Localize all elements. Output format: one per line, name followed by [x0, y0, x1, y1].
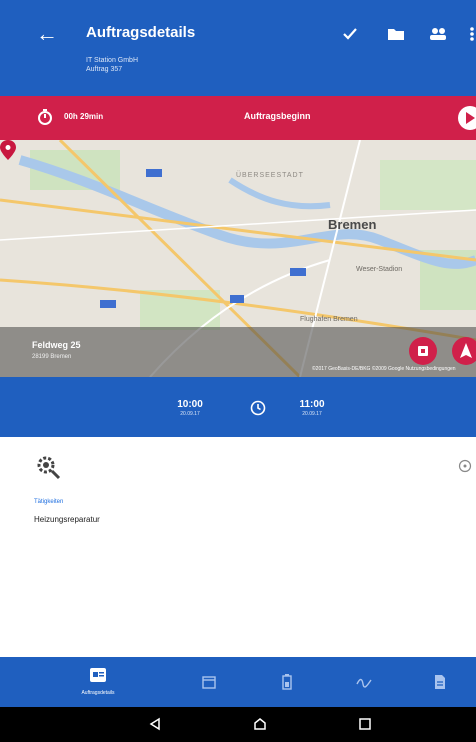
- start-order-button[interactable]: [458, 106, 476, 130]
- clock-icon: [250, 400, 266, 416]
- system-back-icon[interactable]: [148, 717, 162, 731]
- system-navigation-bar: [0, 707, 476, 742]
- timer-bar: 00h 29min Auftragsbeginn: [0, 96, 476, 140]
- activities-label: Tätigkeiten: [34, 499, 64, 505]
- system-home-icon[interactable]: [253, 717, 267, 731]
- nav-signature[interactable]: [344, 657, 384, 707]
- nav-order-details[interactable]: Auftragsdetails: [58, 657, 138, 707]
- battery-icon: [282, 674, 292, 690]
- map-view[interactable]: ÜBERSEESTADT Bremen Weser-Stadion Flugha…: [0, 140, 476, 377]
- expand-circle-icon[interactable]: [458, 459, 472, 473]
- card-icon: [90, 668, 106, 682]
- navigation-arrow-icon: [460, 343, 472, 358]
- navigate-button[interactable]: [452, 337, 476, 365]
- timer-bar-title: Auftragsbeginn: [244, 111, 311, 121]
- map-route-icon: [418, 346, 428, 356]
- folder-icon[interactable]: [386, 24, 406, 44]
- elapsed-time: 00h 29min: [64, 112, 104, 121]
- activities-value: Heizungsreparatur: [34, 515, 100, 524]
- map-copyright: ©2017 GeoBasis-DE/BKG ©2009 Google Nutzu…: [312, 366, 456, 372]
- screen: ← Auftragsdetails IT Station GmbH Auftra…: [0, 0, 476, 742]
- system-recents-icon[interactable]: [358, 717, 372, 731]
- document-icon: [435, 675, 445, 689]
- nav-order-details-label: Auftragsdetails: [81, 690, 115, 696]
- subtitle-company: IT Station GmbH: [86, 57, 139, 64]
- schedule-bar: 10:00 20.09.17 11:00 20.09.17: [0, 377, 476, 437]
- map-airport-label: Flughafen Bremen: [300, 316, 358, 323]
- map-district-label: ÜBERSEESTADT: [236, 172, 304, 179]
- nav-calendar[interactable]: [190, 657, 230, 707]
- subtitle-order: Auftrag 357: [86, 66, 123, 73]
- end-time[interactable]: 11:00: [292, 399, 332, 410]
- start-time[interactable]: 10:00: [170, 399, 210, 410]
- nav-battery[interactable]: [268, 657, 308, 707]
- start-date: 20.09.17: [180, 411, 200, 417]
- end-date: 20.09.17: [302, 411, 322, 417]
- app-bar: ← Auftragsdetails IT Station GmbH Auftra…: [0, 0, 476, 96]
- nav-document[interactable]: [422, 657, 462, 707]
- map-pin-icon[interactable]: [0, 140, 16, 160]
- address-line-1: Feldweg 25: [32, 340, 81, 350]
- directions-button[interactable]: [409, 337, 437, 365]
- map-stadium-label: Weser-Stadion: [356, 266, 403, 273]
- bottom-navigation: Auftragsdetails: [0, 657, 476, 707]
- back-arrow-icon[interactable]: ←: [36, 22, 60, 46]
- stopwatch-icon: [38, 109, 52, 125]
- calendar-icon: [202, 676, 216, 689]
- page-title: Auftragsdetails: [86, 24, 196, 41]
- more-icon[interactable]: [462, 24, 476, 44]
- address-line-2: 28199 Bremen: [32, 354, 72, 360]
- people-icon[interactable]: [428, 24, 448, 44]
- signature-icon: [356, 678, 372, 688]
- map-city-label: Bremen: [328, 217, 377, 232]
- tools-gear-icon: [37, 456, 61, 480]
- check-icon[interactable]: [340, 24, 360, 44]
